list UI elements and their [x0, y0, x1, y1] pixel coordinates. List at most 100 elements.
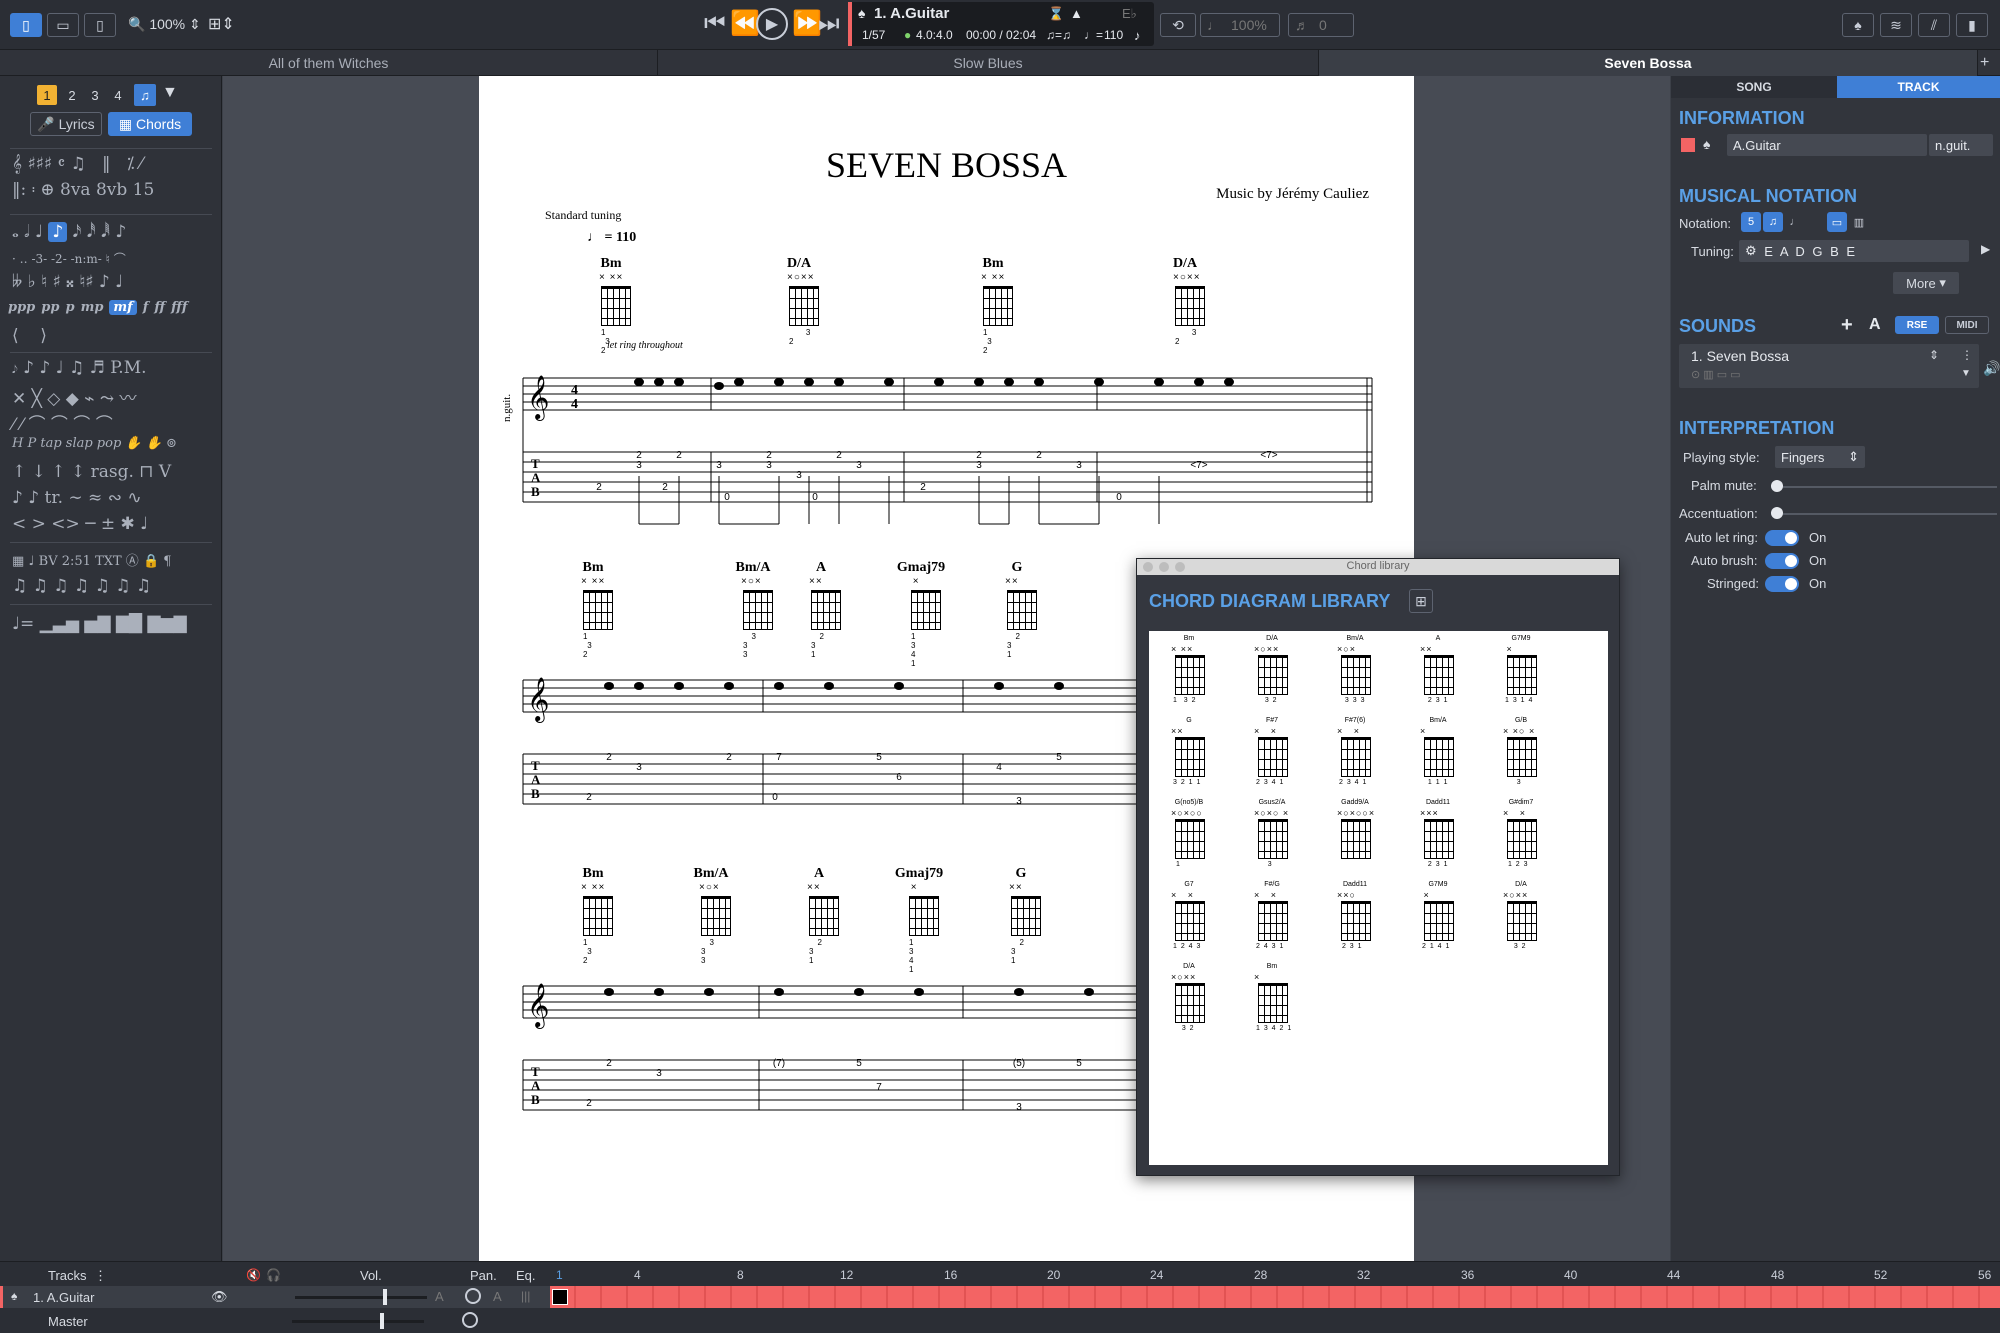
multi-staff-icon[interactable]: ▥ [1849, 212, 1869, 232]
hairpins-icon[interactable]: ⟨ ⟩ [12, 326, 47, 346]
chord-library-window[interactable]: Chord library CHORD DIAGRAM LIBRARY ⊞ Bm… [1136, 558, 1620, 1176]
palm-mute-slider[interactable] [1771, 486, 1997, 488]
track-short-name-field[interactable]: n.guit. [1929, 134, 1993, 156]
menu-dots-icon[interactable]: ⋮ [1961, 348, 1973, 362]
mute-icon[interactable]: 🔇 [246, 1268, 261, 1282]
voice-all-icon[interactable]: ♫ [134, 84, 156, 106]
lyrics-button[interactable]: 🎤 Lyrics [30, 112, 102, 136]
dynamic-ff[interactable]: ff [154, 300, 165, 315]
tuplets-icon[interactable]: · ‥ -3- -2- -n:m- ♮ ⌒ [12, 250, 126, 267]
dynamic-fff[interactable]: fff [171, 300, 187, 315]
text-tools-icon[interactable]: ▦ ♩ BV 2:51 TXT Ⓐ 🔒 ¶ [12, 550, 172, 569]
chords-button[interactable]: ▦ Chords [108, 112, 192, 136]
library-chord[interactable]: Dadd11 ××× 2 3 1 [1408, 799, 1478, 879]
voice-3-button[interactable]: 3 [85, 85, 105, 105]
guitar-view-icon[interactable]: ♠ [1842, 13, 1874, 37]
tab-all-of-them-witches[interactable]: All of them Witches [0, 50, 658, 76]
track-1-bars[interactable] [550, 1286, 2000, 1308]
tablet-icon[interactable]: ▮ [1956, 13, 1988, 37]
track-color-swatch[interactable] [1681, 138, 1695, 152]
dynamic-mf[interactable]: mf [109, 300, 137, 315]
library-chord[interactable]: G/B × ×○ × 3 [1491, 717, 1561, 797]
library-chord[interactable]: D/A ×○×× 3 2 [1242, 635, 1312, 715]
window-titlebar[interactable]: Chord library [1137, 559, 1619, 575]
guitar-effects-icon[interactable]: 𝆕 ♪ ♪ ♩ ♫ ♬ P.M. [12, 358, 147, 378]
palm-mute-knob[interactable] [1771, 480, 1783, 492]
sound-wave-icon[interactable]: ≋ [1880, 13, 1912, 37]
library-chord[interactable]: D/A ×○×× 3 2 [1159, 963, 1229, 1043]
first-bar-icon[interactable]: ⏮ [704, 12, 726, 36]
chevron-down-icon[interactable]: ▼ [1961, 368, 1971, 379]
library-chord[interactable]: G#dim7 × × 1 2 3 [1491, 799, 1561, 879]
playhead-bar[interactable] [552, 1289, 568, 1305]
library-chord[interactable]: F#7 × × 2 3 4 1 [1242, 717, 1312, 797]
dynamic-pp[interactable]: pp [41, 300, 59, 315]
library-chord[interactable]: G(no5)/B ×○×○○ 1 [1159, 799, 1229, 879]
pan-knob[interactable] [465, 1288, 481, 1304]
fretboard-icon[interactable]: ⫽ [1918, 13, 1950, 37]
note-durations-icon[interactable]: 𝅝 𝅗𝅥 ♩ ♪ 𝅘𝅥𝅯 𝅘𝅥𝅰 𝅘𝅥𝅱 ♪ [12, 222, 126, 242]
voice-1-button[interactable]: 1 [37, 85, 57, 105]
beams-icon[interactable]: ♫ ♫ ♫ ♫ ♫ ♫ ♫ [12, 576, 151, 596]
dynamic-mp[interactable]: mp [81, 300, 104, 315]
automation-icon[interactable]: A [435, 1289, 444, 1304]
rse-button[interactable]: RSE [1895, 316, 1939, 334]
midi-button[interactable]: MIDI [1945, 316, 1989, 334]
slides-icon[interactable]: ⁄ ⁄ ⌒ ⌒ ⌒ ⌒ [12, 410, 113, 435]
accentuation-knob[interactable] [1771, 507, 1783, 519]
tab-track[interactable]: TRACK [1837, 76, 2000, 98]
library-chord[interactable]: Dadd11 ××○ 2 3 1 [1325, 881, 1395, 961]
tracks-menu-icon[interactable]: ⋮ [94, 1268, 107, 1284]
master-volume-handle[interactable] [380, 1313, 384, 1329]
auto-brush-toggle[interactable] [1765, 553, 1799, 569]
voice-2-button[interactable]: 2 [62, 85, 82, 105]
speaker-icon[interactable]: 🔊 [1983, 360, 2000, 377]
slash-notation-icon[interactable]: ♩ [1785, 212, 1805, 232]
accentuation-slider[interactable] [1771, 513, 1997, 515]
strokes-icon[interactable]: ↑ ↓ ↑ ↕ rasg. ⊓ V [12, 462, 171, 482]
new-tab-icon[interactable]: + [1980, 54, 1989, 72]
standard-notation-icon[interactable]: ♫ [1763, 212, 1783, 232]
library-chord[interactable]: F#/G × × 2 4 3 1 [1242, 881, 1312, 961]
single-staff-icon[interactable]: ▭ [1827, 212, 1847, 232]
library-chord[interactable]: G7M9 × 1 3 1 4 [1491, 635, 1561, 715]
track-row-1[interactable]: ♠ 1. A.Guitar 👁 A A ||| [0, 1286, 550, 1308]
panel-bottom-toggle[interactable]: ▭ [47, 13, 79, 37]
dynamic-f[interactable]: f [143, 300, 149, 315]
play-button[interactable]: ▶ [756, 8, 788, 40]
library-chord[interactable]: D/A ×○×× 3 2 [1491, 881, 1561, 961]
loop-button[interactable]: ⟲ [1160, 13, 1196, 37]
track-name-field[interactable]: A.Guitar [1727, 134, 1927, 156]
library-chord[interactable]: G ×× 3 2 1 1 [1159, 717, 1229, 797]
eq-icon[interactable]: ||| [521, 1289, 530, 1303]
playing-style-select[interactable]: Fingers ⇕ [1775, 446, 1865, 468]
library-chord[interactable]: G7M9 × 2 1 4 1 [1408, 881, 1478, 961]
accidentals-icon[interactable]: 𝄫 ♭ ♮ ♯ 𝄪 ♮♯ ♪ ♩ [12, 272, 123, 292]
library-chord[interactable]: Gadd9/A ×○×○○× [1325, 799, 1395, 879]
tab-song[interactable]: SONG [1671, 76, 1837, 98]
add-chord-icon[interactable]: ⊞ [1409, 589, 1433, 613]
tuning-field[interactable]: ⚙ E A D G B E [1739, 240, 1969, 262]
collapse-icon[interactable]: ▼ [162, 84, 178, 102]
master-row[interactable]: Master [0, 1310, 550, 1332]
library-chord[interactable]: Bm/A ×○× 3 3 3 [1325, 635, 1395, 715]
dynamic-ppp[interactable]: ppp [8, 300, 35, 315]
library-chord[interactable]: F#7(6) × × 2 3 4 1 [1325, 717, 1395, 797]
auto-let-ring-toggle[interactable] [1765, 530, 1799, 546]
library-chord[interactable]: Bm/A × 1 1 1 [1408, 717, 1478, 797]
tab-notation-icon[interactable]: 5 [1741, 212, 1761, 232]
master-pan-knob[interactable] [462, 1312, 478, 1328]
updown-icon[interactable]: ⇕ [1929, 348, 1939, 362]
library-chord[interactable]: A ×× 2 3 1 [1408, 635, 1478, 715]
speed-control[interactable]: ♩ 100% [1200, 13, 1280, 37]
volume-handle[interactable] [383, 1289, 387, 1305]
dead-note-icon[interactable]: ✕ ╳ ◇ ◆ ⌁ ⤳ 〰 [12, 384, 137, 409]
library-chord[interactable]: Bm × ×× 1 3 2 [1159, 635, 1229, 715]
repeat-signs-icon[interactable]: ‖: 𝄈 ⊕ 8va 8vb 15 [12, 180, 154, 200]
dynamic-p[interactable]: p [65, 300, 74, 315]
panel-right-toggle[interactable]: ▯ [84, 13, 116, 37]
layout-icon[interactable]: ⊞⇕ [208, 14, 235, 34]
zoom-control[interactable]: 🔍 100% ⇕ [128, 16, 201, 33]
last-bar-icon[interactable]: ⏭ [818, 12, 840, 36]
bends-icon[interactable]: ♪ ♪ tr. ∼ ≈ ∾ ∿ [12, 488, 142, 508]
